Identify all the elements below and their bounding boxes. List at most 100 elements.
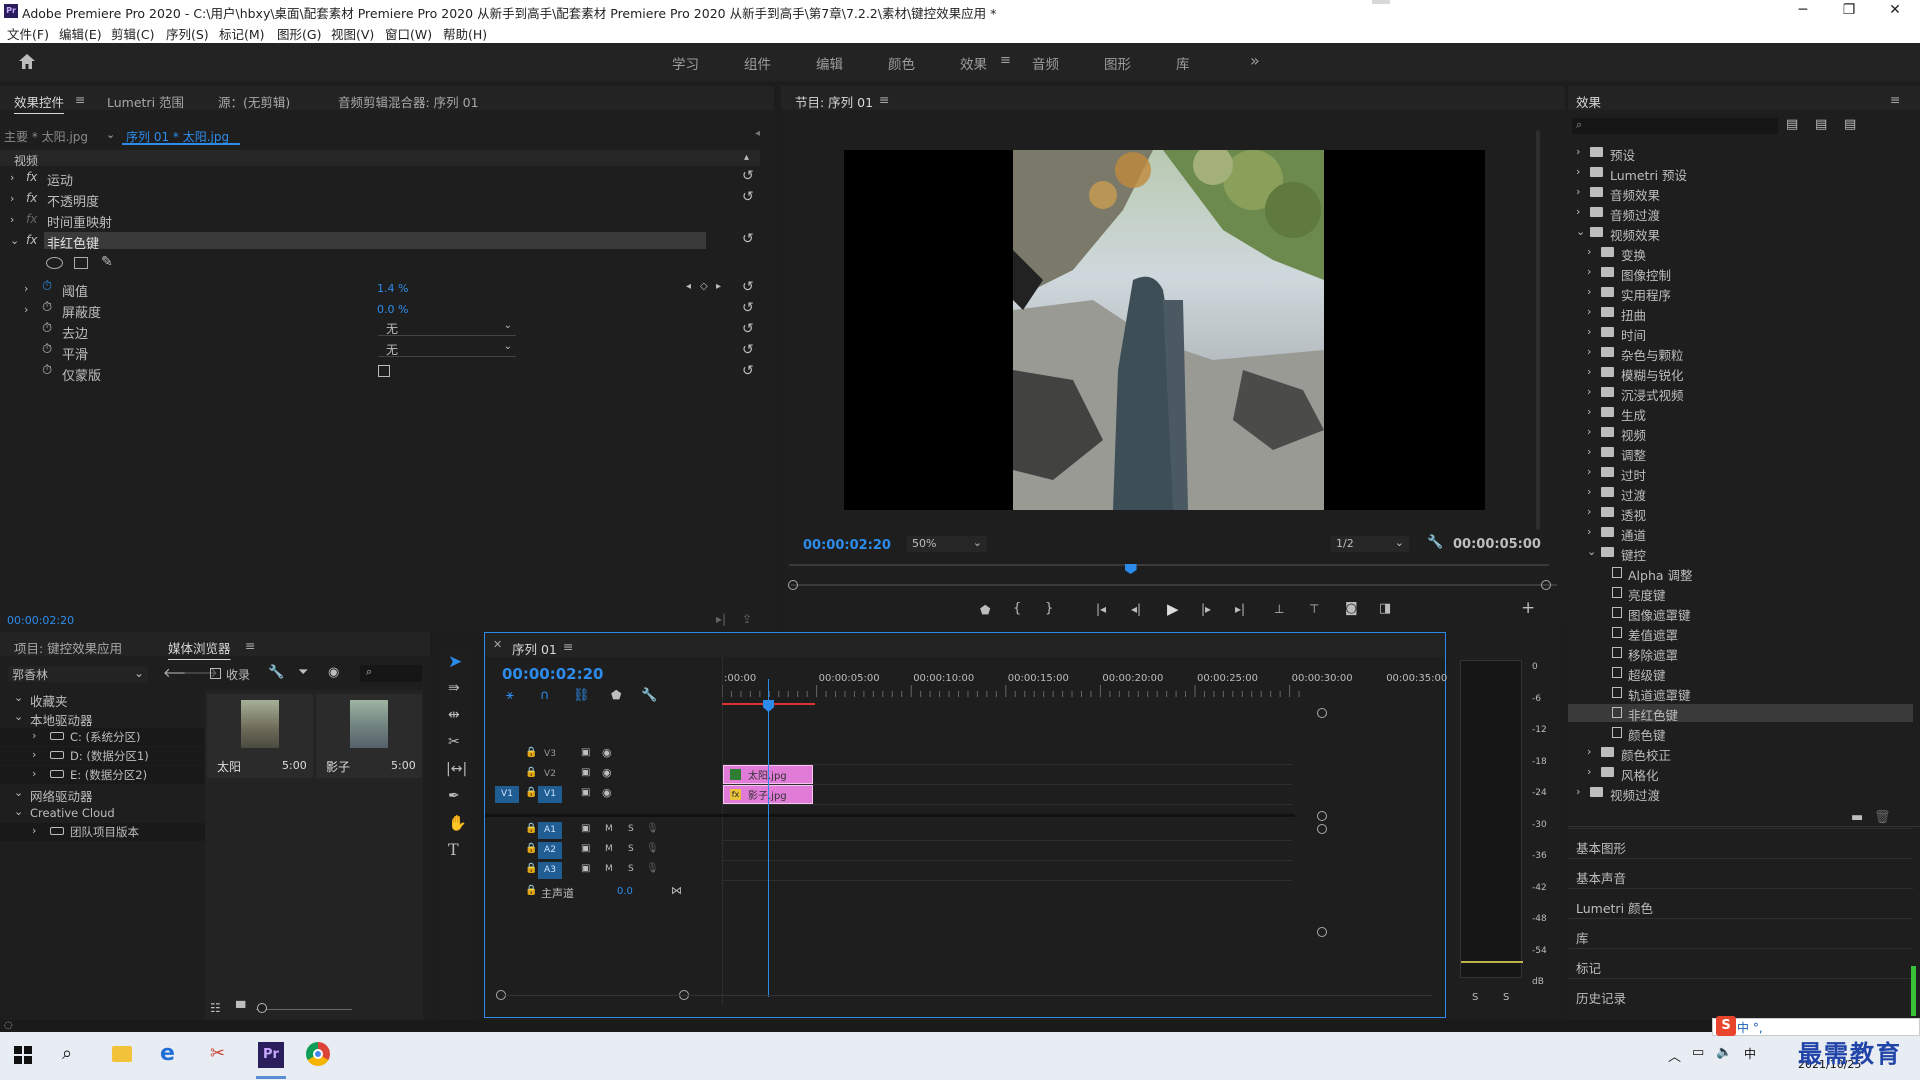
volume-icon[interactable]: 🔈 xyxy=(1716,1045,1732,1060)
sequence-menu-icon[interactable]: ≡ xyxy=(563,639,573,654)
tab-project[interactable]: 项目: 键控效果应用 xyxy=(14,638,122,657)
expand-opacity-icon[interactable]: › xyxy=(10,192,14,205)
menu-clip[interactable]: 剪辑(C) xyxy=(111,24,154,43)
effects-tree-item[interactable]: › 音频效果 xyxy=(1568,184,1913,203)
effects-tree-item[interactable]: 差值遮罩 xyxy=(1568,624,1913,643)
chevron-right-icon[interactable]: › xyxy=(1576,205,1580,218)
chevron-right-icon[interactable]: › xyxy=(1576,785,1580,798)
effects-tree-item[interactable]: 轨道遮罩键 xyxy=(1568,684,1913,703)
lock-icon[interactable]: 🔒 xyxy=(525,787,537,798)
reset-icon[interactable]: ↺ xyxy=(742,363,754,379)
fx-icon[interactable]: fx xyxy=(26,170,37,184)
effects-menu-icon[interactable]: ≡ xyxy=(1890,92,1900,107)
add-button-icon[interactable]: + xyxy=(1521,598,1535,618)
eye-icon[interactable]: ◉ xyxy=(602,746,612,759)
chevron-right-icon[interactable]: › xyxy=(1587,265,1591,278)
effects-title[interactable]: 效果 xyxy=(1576,92,1601,111)
extract-icon[interactable]: ⊤ xyxy=(1309,602,1319,616)
tray-expand-icon[interactable]: ︿ xyxy=(1668,1046,1681,1065)
network-icon[interactable]: ▭ xyxy=(1692,1045,1704,1060)
effects-tree-item[interactable]: ⌄ 键控 xyxy=(1568,544,1913,563)
effects-tree-item[interactable]: › 实用程序 xyxy=(1568,284,1913,303)
chevron-right-icon[interactable]: › xyxy=(1587,245,1591,258)
delete-icon[interactable]: 🗑 xyxy=(1874,810,1891,825)
solo-left-button[interactable]: S xyxy=(1472,992,1478,1003)
audio-track-header[interactable]: 🔒 A2 ▣ M S 🎙 xyxy=(485,841,722,861)
mask-only-checkbox[interactable] xyxy=(378,365,390,377)
selection-tool-icon[interactable]: ➤ xyxy=(448,652,462,672)
stopwatch-icon[interactable]: ⏱ xyxy=(42,342,52,357)
mark-in-icon[interactable]: { xyxy=(1013,601,1021,616)
chevron-right-icon[interactable]: › xyxy=(1587,465,1591,478)
lock-icon[interactable]: 🔒 xyxy=(525,863,537,874)
mute-button[interactable]: M xyxy=(605,824,613,834)
chevron-right-icon[interactable]: › xyxy=(1576,145,1580,158)
zoom-select[interactable]: 50% ⌄ xyxy=(907,536,987,552)
rectangle-mask-icon[interactable] xyxy=(74,257,88,269)
effects-tree-item[interactable]: › 生成 xyxy=(1568,404,1913,423)
track-select-tool-icon[interactable]: ⇛ xyxy=(448,680,460,696)
collapsed-panel-header[interactable]: 标记 xyxy=(1576,958,1601,977)
chevron-right-icon[interactable]: › xyxy=(1587,325,1591,338)
effects-tree-item[interactable]: 亮度键 xyxy=(1568,584,1913,603)
timeline-playhead-handle[interactable] xyxy=(763,700,774,712)
collapsed-panel-header[interactable]: 基本图形 xyxy=(1576,838,1626,857)
effects-tree-item[interactable]: ⌄ 视频效果 xyxy=(1568,224,1913,243)
param-threshold-value[interactable]: 1.4 % xyxy=(377,282,408,295)
workspace-assembly[interactable]: 组件 xyxy=(744,53,771,73)
master-track-header[interactable]: 🔒 主声道 0.0 ⋈ xyxy=(485,883,722,903)
effects-tree-item[interactable]: › 风格化 xyxy=(1568,764,1913,783)
chevron-icon[interactable]: › xyxy=(32,824,36,837)
solo-button[interactable]: S xyxy=(628,824,634,834)
file-explorer-icon[interactable] xyxy=(112,1046,132,1062)
reset-icon[interactable]: ↺ xyxy=(742,342,754,358)
media-browser-menu-icon[interactable]: ≡ xyxy=(245,638,255,653)
solo-button[interactable]: S xyxy=(628,844,634,854)
workspace-effects[interactable]: 效果 xyxy=(960,53,987,73)
close-sequence-icon[interactable]: ✕ xyxy=(493,638,502,651)
program-timecode[interactable]: 00:00:02:20 xyxy=(803,538,891,553)
eye-icon[interactable]: ◉ xyxy=(602,786,612,799)
program-vscroll[interactable] xyxy=(1536,130,1540,530)
32bit-effects-icon[interactable]: ▤ xyxy=(1815,117,1827,132)
mark-out-icon[interactable]: } xyxy=(1045,601,1053,616)
add-marker-icon[interactable]: ⬟ xyxy=(611,688,621,702)
effect-motion[interactable]: 运动 xyxy=(47,170,73,189)
effects-tree-item[interactable]: › 调整 xyxy=(1568,444,1913,463)
source-patch-v1[interactable]: V1 xyxy=(495,786,519,803)
workspace-editing[interactable]: 编辑 xyxy=(816,53,843,73)
microphone-icon[interactable]: 🎙 xyxy=(646,863,659,874)
effects-tree-item[interactable]: › 模糊与锐化 xyxy=(1568,364,1913,383)
lock-icon[interactable]: 🔒 xyxy=(525,767,537,778)
chevron-right-icon[interactable]: › xyxy=(1576,165,1580,178)
effects-tree-item[interactable]: › 透视 xyxy=(1568,504,1913,523)
timeline-timecode[interactable]: 00:00:02:20 xyxy=(502,665,604,683)
media-tree-item[interactable]: › 团队项目版本 xyxy=(0,823,205,841)
chevron-right-icon[interactable]: › xyxy=(1587,405,1591,418)
go-to-end-icon[interactable]: ⋈ xyxy=(671,884,682,897)
home-icon[interactable] xyxy=(18,53,36,74)
media-tree-item[interactable]: ⌄ 网络驱动器 xyxy=(0,785,205,804)
fx-icon[interactable]: fx xyxy=(26,233,37,247)
prev-keyframe-icon[interactable]: ◂ xyxy=(686,281,691,292)
maximize-button[interactable]: ❐ xyxy=(1826,0,1872,22)
video-track-header[interactable]: 🔒 V3 ▣ ◉ xyxy=(485,745,722,765)
video-track-header[interactable]: 🔒 V2 ▣ ◉ xyxy=(485,765,722,785)
tab-lumetri-scopes[interactable]: Lumetri 范围 xyxy=(107,92,184,111)
effects-search-input[interactable]: ⌕ xyxy=(1572,118,1778,134)
chevron-icon[interactable]: ⌄ xyxy=(14,786,23,799)
effect-opacity[interactable]: 不透明度 xyxy=(47,191,99,210)
menu-window[interactable]: 窗口(W) xyxy=(385,24,432,43)
add-keyframe-icon[interactable]: ◇ xyxy=(700,281,708,292)
effects-tree-item[interactable]: › 时间 xyxy=(1568,324,1913,343)
lock-icon[interactable]: 🔒 xyxy=(525,823,537,834)
zoom-slider[interactable] xyxy=(256,1009,352,1010)
menu-graphics[interactable]: 图形(G) xyxy=(277,24,321,43)
track-target-V3[interactable]: V3 xyxy=(538,746,562,763)
effects-tree-item[interactable]: › Lumetri 预设 xyxy=(1568,164,1913,183)
media-tree-item[interactable]: › D: (数据分区1) xyxy=(0,747,205,765)
razor-tool-icon[interactable]: ✂ xyxy=(448,734,460,750)
new-bin-icon[interactable]: ▬ xyxy=(1851,810,1863,825)
workspace-libraries[interactable]: 库 xyxy=(1176,53,1190,73)
go-to-out-icon[interactable]: ▸| xyxy=(1235,602,1245,616)
